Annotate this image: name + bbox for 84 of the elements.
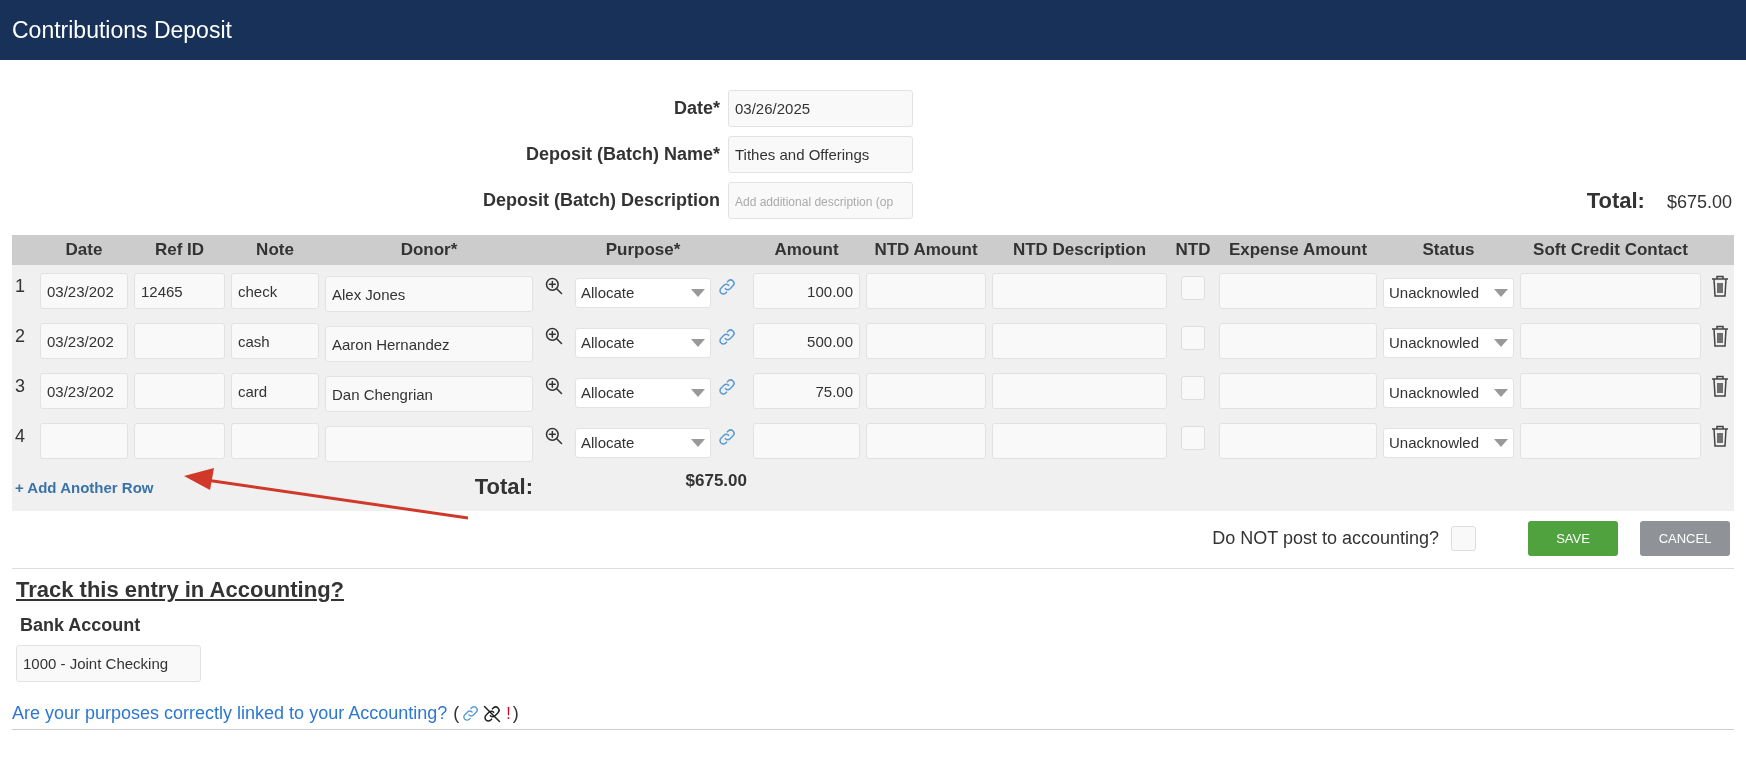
section-title: Track this entry in Accounting?: [15, 576, 345, 604]
link-icon: [461, 704, 481, 723]
input-field[interactable]: Tithes and Offerings: [728, 136, 913, 173]
trash-icon[interactable]: [1711, 375, 1729, 397]
field-label: Deposit (Batch) Name*: [524, 143, 720, 166]
amount-field[interactable]: 100.00: [753, 273, 860, 309]
purpose-select[interactable]: Allocate: [575, 278, 711, 308]
caret-icon: [1494, 289, 1508, 297]
ntd-checkbox[interactable]: [1181, 426, 1205, 450]
zoom-in-icon[interactable]: [544, 276, 564, 296]
amount-field[interactable]: 75.00: [753, 373, 860, 409]
column-header: Amount: [773, 239, 840, 262]
table-total-value: $675.00: [684, 469, 747, 492]
total-label: Total:: [1586, 187, 1645, 215]
post-option-label: Do NOT post to accounting?: [1212, 527, 1439, 550]
ref-id-field[interactable]: 12465: [134, 273, 225, 309]
ntd-checkbox[interactable]: [1181, 276, 1205, 300]
caret-icon: [691, 339, 705, 347]
link-icon: [717, 277, 737, 297]
column-header: Ref ID: [153, 239, 206, 262]
add-row-link[interactable]: + Add Another Row: [12, 476, 319, 499]
caret-icon: [1494, 439, 1508, 447]
column-header: Note: [255, 239, 295, 262]
ntd-checkbox[interactable]: [1181, 326, 1205, 350]
status-select[interactable]: Unacknowled: [1383, 328, 1514, 358]
column-header: Expense Amount: [1227, 239, 1369, 262]
amount-field[interactable]: 500.00: [753, 323, 860, 359]
input-field[interactable]: Add additional description (op: [728, 182, 913, 219]
caret-icon: [691, 289, 705, 297]
column-header: Date: [64, 239, 104, 262]
input-field[interactable]: 03/26/2025: [728, 90, 913, 127]
field-label: Deposit (Batch) Description: [481, 189, 720, 212]
page-title: Contributions Deposit: [12, 15, 232, 45]
broken-link-icon: [482, 703, 503, 724]
bank-account-label: Bank Account: [19, 614, 142, 637]
purpose-select[interactable]: Allocate: [575, 428, 711, 458]
note-field[interactable]: cash: [231, 323, 319, 359]
trash-icon[interactable]: [1711, 325, 1729, 347]
zoom-in-icon[interactable]: [544, 376, 564, 396]
purpose-select[interactable]: Allocate: [575, 378, 711, 408]
caret-icon: [691, 439, 705, 447]
accounting-link[interactable]: Are your purposes correctly linked to your Accounting?: [12, 700, 448, 727]
bank-account-field[interactable]: 1000 - Joint Checking: [16, 645, 201, 682]
zoom-in-icon[interactable]: [544, 426, 564, 446]
row-number: 1: [14, 275, 26, 298]
donor-field[interactable]: Alex Jones: [325, 276, 533, 312]
purpose-select[interactable]: Allocate: [575, 328, 711, 358]
total-value: $675.00: [1666, 191, 1732, 214]
link-icon: [717, 377, 737, 397]
donor-field[interactable]: Dan Chengrian: [325, 376, 533, 412]
status-select[interactable]: Unacknowled: [1383, 428, 1514, 458]
column-header: NTD Amount: [873, 239, 979, 262]
date-field[interactable]: 03/23/202: [40, 323, 128, 359]
column-header: Status: [1421, 239, 1476, 262]
post-checkbox[interactable]: [1451, 526, 1476, 551]
column-header: NTD Description: [1011, 239, 1148, 262]
date-field[interactable]: 03/23/202: [40, 273, 128, 309]
column-header: Soft Credit Contact: [1532, 239, 1689, 262]
column-header: NTD: [1174, 239, 1212, 262]
caret-icon: [1494, 389, 1508, 397]
note-field[interactable]: card: [231, 373, 319, 409]
caret-icon: [691, 389, 705, 397]
zoom-in-icon[interactable]: [544, 326, 564, 346]
trash-icon[interactable]: [1711, 425, 1729, 447]
parenthesis: ): [512, 702, 519, 725]
ntd-checkbox[interactable]: [1181, 376, 1205, 400]
caret-icon: [1494, 339, 1508, 347]
row-number: 3: [14, 375, 26, 398]
status-select[interactable]: Unacknowled: [1383, 378, 1514, 408]
note-field[interactable]: check: [231, 273, 319, 309]
row-number: 4: [14, 425, 26, 448]
table-total-label: Total:: [473, 473, 533, 501]
parenthesis: (: [453, 702, 460, 725]
donor-field[interactable]: Aaron Hernandez: [325, 326, 533, 362]
column-header: Purpose*: [604, 239, 682, 262]
warning-mark: !: [506, 703, 511, 724]
status-select[interactable]: Unacknowled: [1383, 278, 1514, 308]
row-number: 2: [14, 325, 26, 348]
trash-icon[interactable]: [1711, 275, 1729, 297]
link-icon: [717, 327, 737, 347]
link-icon: [717, 427, 737, 447]
date-field[interactable]: 03/23/202: [40, 373, 128, 409]
column-header: Donor*: [399, 239, 459, 262]
field-label: Date*: [672, 97, 720, 120]
